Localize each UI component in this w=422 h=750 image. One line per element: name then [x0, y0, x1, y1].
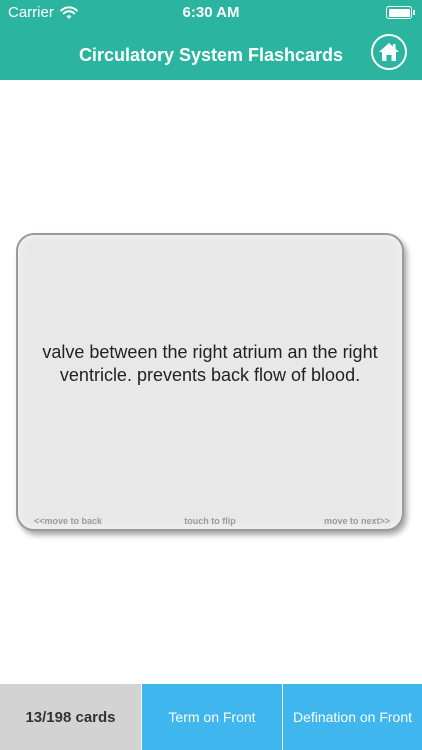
page-title: Circulatory System Flashcards — [78, 45, 344, 65]
definition-on-front-button[interactable]: Defination on Front — [282, 684, 422, 750]
status-time: 6:30 AM — [182, 4, 240, 21]
term-on-front-button[interactable]: Term on Front — [141, 684, 282, 750]
flashcard-text: valve between the right atrium an the ri… — [42, 342, 378, 385]
move-to-next-hint[interactable]: move to next>> — [324, 516, 390, 526]
flashcard[interactable]: valve between the right atrium an the ri… — [16, 233, 404, 531]
app: Carrier 6:30 AM Circulatory System Flash… — [0, 0, 422, 750]
header: Carrier 6:30 AM Circulatory System Flash… — [0, 0, 422, 80]
home-icon — [379, 43, 399, 61]
bottom-bar: 13/198 cards Term on Front Defination on… — [0, 684, 422, 750]
status-bar: Carrier 6:30 AM — [0, 0, 422, 24]
card-count: 13/198 cards — [0, 684, 141, 750]
battery-icon — [386, 6, 415, 19]
battery-level — [388, 8, 410, 17]
home-button[interactable] — [371, 34, 407, 70]
